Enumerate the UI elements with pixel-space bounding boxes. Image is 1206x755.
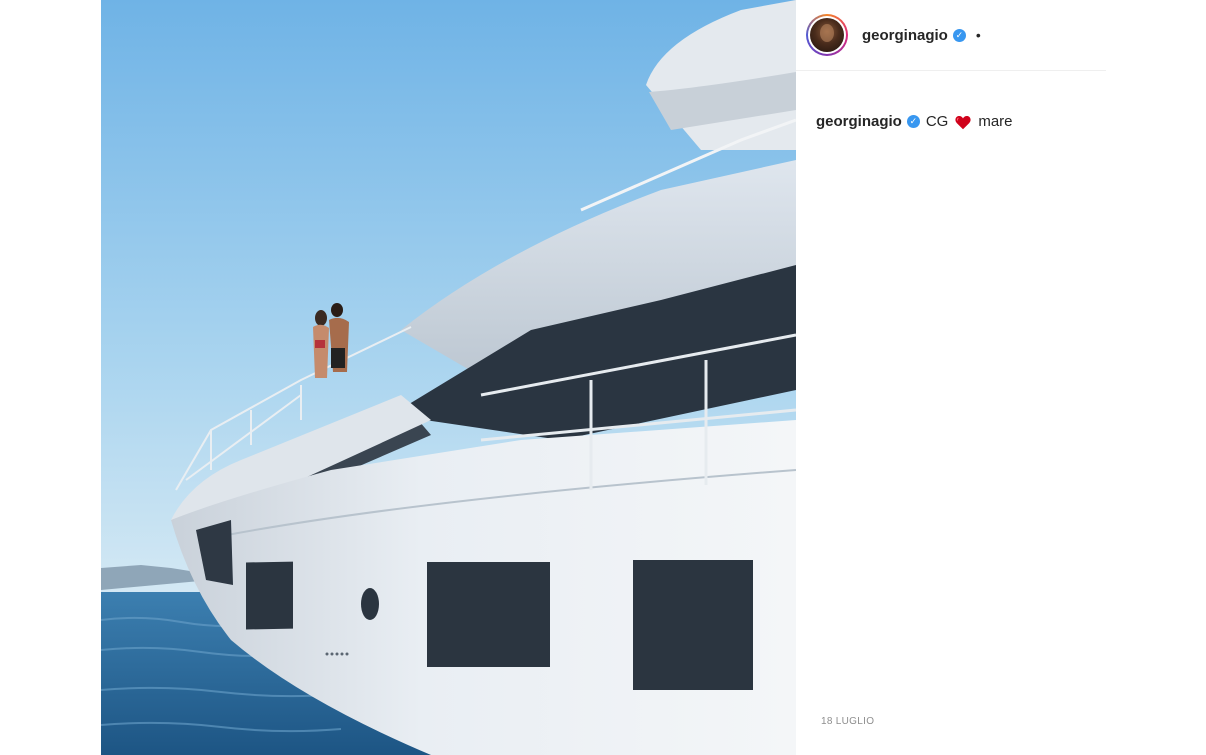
- post-header: georginagio ✓ •: [796, 0, 1106, 71]
- post-caption: georginagio ✓ CG mare: [816, 113, 1013, 130]
- post-sidebar: georginagio ✓ • georginagio ✓ CG mare 18…: [796, 0, 1106, 755]
- header-username[interactable]: georginagio: [862, 27, 948, 44]
- caption-username[interactable]: georginagio: [816, 113, 902, 130]
- instagram-post: georginagio ✓ • georginagio ✓ CG mare 18…: [101, 0, 1106, 755]
- separator-dot: •: [975, 27, 981, 43]
- caption-text-before: CG: [925, 113, 949, 130]
- caption-text-after: mare: [978, 113, 1013, 130]
- post-photo[interactable]: [101, 0, 796, 755]
- avatar[interactable]: [806, 14, 848, 56]
- post-date[interactable]: 18 LUGLIO: [821, 716, 874, 727]
- yacht-photo-illustration: [101, 0, 796, 755]
- heart-icon: [955, 115, 971, 129]
- avatar-image: [810, 18, 844, 52]
- verified-badge-icon: ✓: [952, 28, 966, 42]
- verified-badge-icon: ✓: [906, 115, 920, 128]
